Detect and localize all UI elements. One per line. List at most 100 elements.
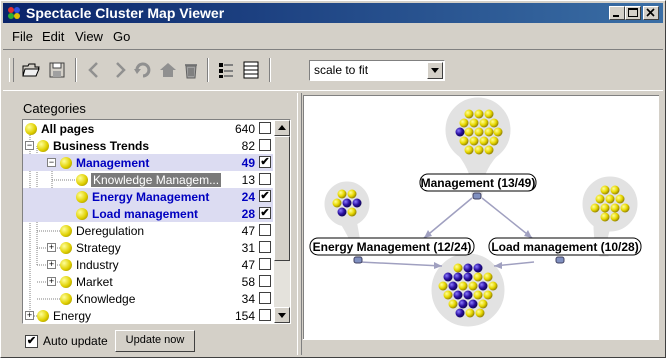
expand-icon[interactable]: + xyxy=(47,277,56,286)
tree-row-energy[interactable]: + Energy 154 xyxy=(23,307,273,323)
tree-row-label: Business Trends xyxy=(53,139,150,153)
auto-update-label: Auto update xyxy=(43,334,108,348)
refresh-icon[interactable] xyxy=(133,60,153,80)
category-bullet-icon xyxy=(76,174,88,186)
tree-row-checkbox[interactable] xyxy=(259,122,271,134)
tree-row-checkbox[interactable] xyxy=(259,258,271,270)
tree-row-count: 49 xyxy=(241,156,255,170)
tree-row-market[interactable]: + Market 58 xyxy=(23,273,273,290)
forward-arrow-icon[interactable] xyxy=(109,60,129,80)
tree-row-checkbox[interactable] xyxy=(259,139,271,151)
zoom-select-dropdown-button[interactable] xyxy=(427,62,443,79)
tree-row-count: 47 xyxy=(241,258,255,272)
zoom-select-value: scale to fit xyxy=(314,63,369,77)
categories-tree: All pages 640 − Business Trends 82 − Man… xyxy=(22,119,291,324)
tree-row-label: Energy Management xyxy=(92,190,210,204)
scroll-thumb[interactable] xyxy=(274,136,290,261)
trash-icon[interactable] xyxy=(181,60,201,80)
category-bullet-icon xyxy=(60,293,72,305)
category-bullet-icon xyxy=(60,157,72,169)
node-label-load-management: Load management (10/28) xyxy=(491,240,638,254)
tree-row-count: 13 xyxy=(241,173,255,187)
list-view-icon[interactable] xyxy=(241,60,261,80)
tree-row-label: Load management xyxy=(92,207,199,221)
cluster-map-view: Management (13/49) Energy Management (12… xyxy=(303,95,659,339)
tree-row-checkbox[interactable] xyxy=(259,241,271,253)
tree-row-deregulation[interactable]: Deregulation 47 xyxy=(23,222,273,239)
categories-scrollbar[interactable] xyxy=(274,120,290,323)
tree-row-checkbox[interactable]: ✔ xyxy=(259,156,271,168)
scroll-up-button[interactable] xyxy=(274,120,290,136)
menu-file[interactable]: File xyxy=(12,29,33,44)
toolbar: scale to fit xyxy=(3,49,663,91)
auto-update-checkbox[interactable]: ✔ xyxy=(25,335,38,348)
tree-row-count: 47 xyxy=(241,224,255,238)
tree-row-checkbox[interactable]: ✔ xyxy=(259,190,271,202)
tree-row-checkbox[interactable] xyxy=(259,224,271,236)
tree-row-checkbox[interactable] xyxy=(259,275,271,287)
expand-icon[interactable]: + xyxy=(25,311,34,320)
minimize-button[interactable] xyxy=(609,6,625,20)
maximize-icon xyxy=(628,8,638,17)
categories-label: Categories xyxy=(23,101,86,116)
title-bar[interactable]: Spectacle Cluster Map Viewer xyxy=(3,3,663,23)
tree-row-count: 34 xyxy=(241,292,255,306)
cluster-map-canvas: Management (13/49) Energy Management (12… xyxy=(309,97,642,327)
map-horizontal-scrollbar[interactable] xyxy=(303,339,659,354)
tree-row-knowledge[interactable]: Knowledge 34 xyxy=(23,290,273,307)
menu-go[interactable]: Go xyxy=(113,29,130,44)
tree-row-knowledge-management[interactable]: Knowledge Managem... 13 xyxy=(23,171,273,188)
tree-row-management[interactable]: − Management 49 ✔ xyxy=(23,154,273,171)
tree-row-label: Strategy xyxy=(76,241,121,255)
toolbar-grip[interactable] xyxy=(9,58,14,82)
toolbar-separator xyxy=(207,58,209,82)
tree-row-business-trends[interactable]: − Business Trends 82 xyxy=(23,137,273,154)
home-icon[interactable] xyxy=(158,60,178,80)
expand-icon[interactable]: + xyxy=(47,260,56,269)
tree-row-label: Energy xyxy=(53,309,92,323)
category-bullet-icon xyxy=(37,140,49,152)
category-bullet-icon xyxy=(60,242,72,254)
scroll-down-button[interactable] xyxy=(274,307,290,323)
toolbar-separator xyxy=(269,58,271,82)
update-now-button[interactable]: Update now xyxy=(115,330,195,352)
tree-view-icon[interactable] xyxy=(216,60,236,80)
category-bullet-icon xyxy=(60,225,72,237)
tree-row-strategy[interactable]: + Strategy 31 xyxy=(23,239,273,256)
tree-row-count: 31 xyxy=(241,241,255,255)
tree-row-count: 28 xyxy=(241,207,255,221)
close-button[interactable] xyxy=(643,6,659,20)
node-management[interactable]: Management (13/49) xyxy=(419,173,537,200)
app-icon xyxy=(8,7,20,19)
tree-row-label: Industry xyxy=(76,258,119,272)
expand-icon[interactable]: + xyxy=(47,243,56,252)
menu-view[interactable]: View xyxy=(75,29,103,44)
pane-splitter[interactable] xyxy=(297,93,302,355)
tree-row-label: Market xyxy=(76,275,113,289)
menu-bar: File Edit View Go xyxy=(3,25,663,47)
toolbar-separator xyxy=(75,58,77,82)
tree-row-checkbox[interactable] xyxy=(259,292,271,304)
minimize-icon xyxy=(613,15,619,17)
node-load-management[interactable]: Load management (10/28) xyxy=(488,237,642,264)
save-disk-icon[interactable] xyxy=(47,60,67,80)
tree-row-industry[interactable]: + Industry 47 xyxy=(23,256,273,273)
zoom-select[interactable]: scale to fit xyxy=(309,60,445,81)
open-folder-icon[interactable] xyxy=(21,60,41,80)
tree-row-checkbox[interactable] xyxy=(259,173,271,185)
app-window: Spectacle Cluster Map Viewer File Edit V… xyxy=(0,0,666,358)
collapse-icon[interactable]: − xyxy=(47,158,56,167)
tree-row-checkbox[interactable] xyxy=(259,309,271,321)
tree-row-load-management[interactable]: Load management 28 ✔ xyxy=(23,205,273,222)
menu-edit[interactable]: Edit xyxy=(42,29,64,44)
node-label-energy-management: Energy Management (12/24) xyxy=(313,240,472,254)
category-bullet-icon xyxy=(60,276,72,288)
back-arrow-icon[interactable] xyxy=(85,60,105,80)
collapse-icon[interactable]: − xyxy=(25,141,34,150)
tree-row-all-pages[interactable]: All pages 640 xyxy=(23,120,273,137)
tree-row-energy-management[interactable]: Energy Management 24 ✔ xyxy=(23,188,273,205)
tree-row-label: Knowledge Managem... xyxy=(91,173,222,187)
category-bullet-icon xyxy=(76,191,88,203)
maximize-button[interactable] xyxy=(625,6,641,20)
tree-row-checkbox[interactable]: ✔ xyxy=(259,207,271,219)
